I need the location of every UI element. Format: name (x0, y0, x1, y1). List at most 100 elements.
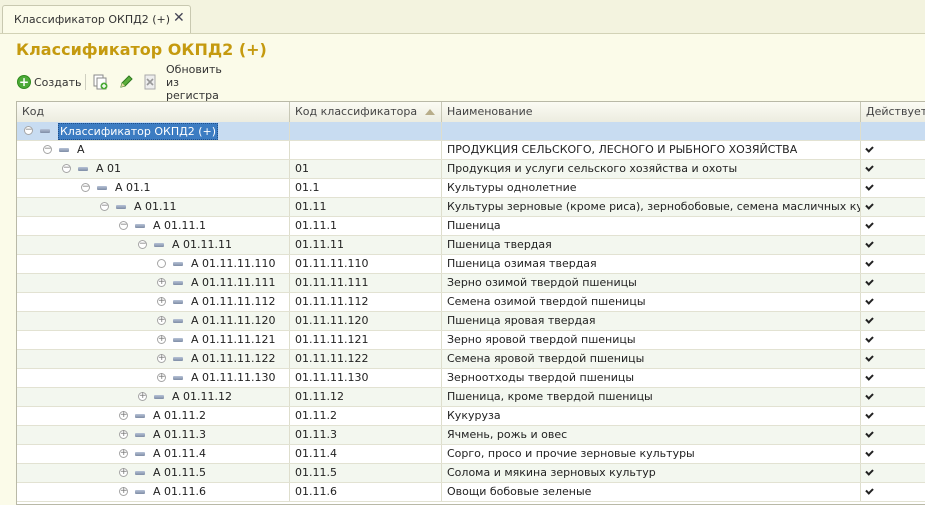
column-header-classifier-code[interactable]: Код классификатора (290, 102, 442, 122)
cell-name: Овощи бобовые зеленые (442, 483, 861, 501)
table-row[interactable]: − A 01.1 01.1 Культуры однолетние (17, 179, 925, 198)
cell-name: Зерноотходы твердой пшеницы (442, 369, 861, 387)
checkmark-icon (865, 296, 874, 305)
table-row[interactable]: + A 01.11.11.112 01.11.11.112 Семена озимой… (17, 293, 925, 312)
collapse-icon[interactable]: − (24, 126, 33, 135)
collapse-icon[interactable]: − (43, 145, 52, 154)
create-button[interactable]: + Создать (17, 72, 82, 92)
checkmark-icon (865, 315, 874, 324)
cell-active (861, 122, 925, 140)
group-icon (173, 262, 183, 266)
collapse-icon[interactable]: − (138, 240, 147, 249)
table-row[interactable]: − A 01.11.1 01.11.1 Пшеница (17, 217, 925, 236)
cell-code: − A 01.11.11 (17, 236, 290, 254)
expand-icon[interactable]: + (157, 297, 166, 306)
cell-active (861, 483, 925, 501)
code-text: A 01.11.11.112 (191, 295, 276, 308)
checkmark-icon (865, 391, 874, 400)
table-row[interactable]: − A ПРОДУКЦИЯ СЕЛЬСКОГО, ЛЕСНОГО И РЫБНОГО… (17, 141, 925, 160)
cell-classifier-code: 01.11.1 (290, 217, 442, 235)
expand-icon[interactable]: + (157, 354, 166, 363)
collapse-icon[interactable]: − (62, 164, 71, 173)
group-icon (154, 395, 164, 399)
table-row[interactable]: + A 01.11.11.121 01.11.11.121 Зерно яровой … (17, 331, 925, 350)
expand-icon[interactable]: + (119, 411, 128, 420)
classifier-table[interactable]: Код Код классификатора Наименование Дейс… (16, 101, 925, 505)
checkmark-icon (865, 334, 874, 343)
code-text: A 01.11.11.130 (191, 371, 276, 384)
cell-code: + A 01.11.11.112 (17, 293, 290, 311)
cell-code: + A 01.11.12 (17, 388, 290, 406)
expand-icon[interactable]: + (157, 316, 166, 325)
table-row[interactable]: + A 01.11.12 01.11.12 Пшеница, кроме твердо… (17, 388, 925, 407)
cell-active (861, 312, 925, 330)
table-row[interactable]: A 01.11.11.110 01.11.11.110 Пшеница озимая… (17, 255, 925, 274)
column-header-active[interactable]: Действует (861, 102, 925, 122)
checkmark-icon (865, 353, 874, 362)
expand-icon[interactable]: + (119, 430, 128, 439)
collapse-icon[interactable]: − (119, 221, 128, 230)
expand-icon[interactable]: + (157, 278, 166, 287)
expand-icon[interactable]: + (119, 449, 128, 458)
cell-name: Семена яровой твердой пшеницы (442, 350, 861, 368)
edit-button[interactable] (118, 72, 134, 92)
table-row[interactable]: + A 01.11.11.130 01.11.11.130 Зерноотходы т… (17, 369, 925, 388)
code-text: A (77, 143, 85, 156)
table-row[interactable]: + A 01.11.2 01.11.2 Кукуруза (17, 407, 925, 426)
expand-icon[interactable]: + (138, 392, 147, 401)
group-icon (59, 148, 69, 152)
table-row[interactable]: − A 01.11 01.11 Культуры зерновые (кроме ри… (17, 198, 925, 217)
table-row[interactable]: + A 01.11.5 01.11.5 Солома и мякина зерновы… (17, 464, 925, 483)
code-text: A 01.11.5 (153, 466, 207, 479)
checkmark-icon (865, 182, 874, 191)
tab-bar: Классификатор ОКПД2 (+) ✕ (0, 0, 925, 34)
expand-icon[interactable]: + (119, 487, 128, 496)
refresh-label: Обновить из регистра (166, 62, 222, 102)
group-icon (135, 414, 145, 418)
column-header-code[interactable]: Код (17, 102, 290, 122)
cell-active (861, 293, 925, 311)
cell-active (861, 426, 925, 444)
group-icon (135, 452, 145, 456)
close-icon[interactable]: ✕ (173, 11, 185, 25)
cell-active (861, 179, 925, 197)
expand-icon[interactable]: + (157, 373, 166, 382)
cell-code: + A 01.11.11.120 (17, 312, 290, 330)
group-icon (135, 433, 145, 437)
cell-code: − A 01 (17, 160, 290, 178)
cell-active (861, 388, 925, 406)
code-text: A 01.11.11.122 (191, 352, 276, 365)
cell-classifier-code: 01.11.11.122 (290, 350, 442, 368)
table-row[interactable]: − Классификатор ОКПД2 (+) (17, 122, 925, 141)
table-row[interactable]: + A 01.11.3 01.11.3 Ячмень, рожь и овес (17, 426, 925, 445)
table-row[interactable]: − A 01 01 Продукция и услуги сельского хозя… (17, 160, 925, 179)
table-row[interactable]: − A 01.11.11 01.11.11 Пшеница твердая (17, 236, 925, 255)
expand-icon[interactable]: + (157, 335, 166, 344)
column-header-name[interactable]: Наименование (442, 102, 861, 122)
copy-icon (93, 74, 108, 90)
cell-name: Культуры однолетние (442, 179, 861, 197)
delete-button[interactable] (142, 72, 158, 92)
code-text: A 01.11.11.110 (191, 257, 276, 270)
table-row[interactable]: + A 01.11.6 01.11.6 Овощи бобовые зеленые (17, 483, 925, 502)
copy-button[interactable] (92, 72, 108, 92)
cell-name: Солома и мякина зерновых культур (442, 464, 861, 482)
checkmark-icon (865, 201, 874, 210)
group-icon (173, 338, 183, 342)
table-row[interactable]: + A 01.11.11.122 01.11.11.122 Семена яровой… (17, 350, 925, 369)
tab-classifier[interactable]: Классификатор ОКПД2 (+) ✕ (2, 5, 191, 33)
cell-classifier-code: 01.11.11.120 (290, 312, 442, 330)
checkmark-icon (865, 258, 874, 267)
cell-name: Продукция и услуги сельского хозяйства и… (442, 160, 861, 178)
table-row[interactable]: + A 01.11.11.111 01.11.11.111 Зерно озимой … (17, 274, 925, 293)
cell-code: A 01.11.11.110 (17, 255, 290, 273)
refresh-from-register-button[interactable]: Обновить из регистра (166, 63, 222, 102)
collapse-icon[interactable]: − (100, 202, 109, 211)
expand-icon[interactable]: + (119, 468, 128, 477)
checkmark-icon (865, 467, 874, 476)
cell-code: − A 01.11.1 (17, 217, 290, 235)
collapse-icon[interactable]: − (81, 183, 90, 192)
table-row[interactable]: + A 01.11.4 01.11.4 Сорго, просо и прочие з… (17, 445, 925, 464)
code-text: A 01 (96, 162, 122, 175)
table-row[interactable]: + A 01.11.11.120 01.11.11.120 Пшеница ярова… (17, 312, 925, 331)
